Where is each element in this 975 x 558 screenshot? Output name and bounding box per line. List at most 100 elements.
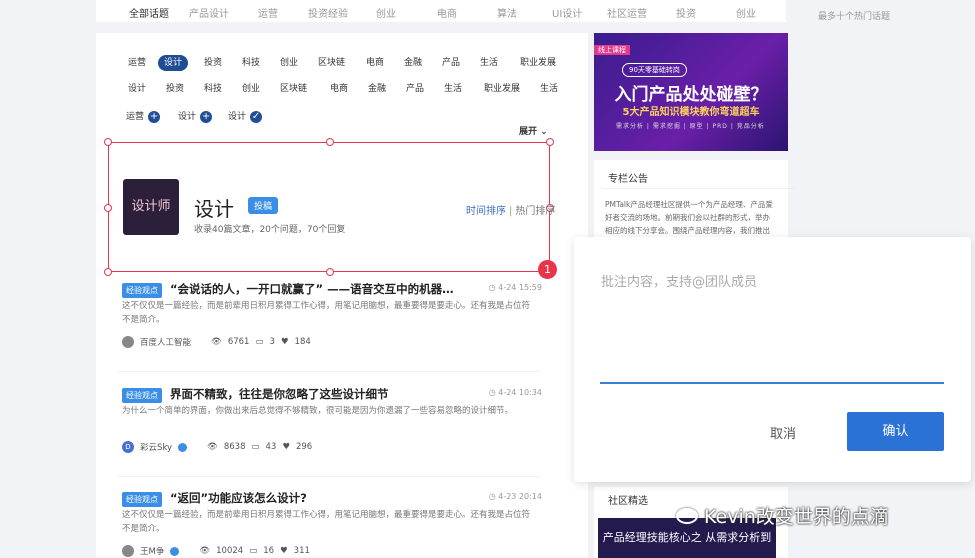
nav-item-all[interactable]: 全部话题 bbox=[129, 5, 169, 20]
tag-item[interactable]: 科技 bbox=[236, 55, 266, 71]
avatar[interactable] bbox=[122, 545, 134, 557]
topic-logo: 设计师 bbox=[123, 179, 179, 235]
chip-label: 设计 bbox=[178, 112, 197, 122]
tag-item[interactable]: 生活 bbox=[534, 81, 564, 97]
verified-icon bbox=[170, 546, 180, 556]
nav-item[interactable]: 创业 bbox=[736, 5, 756, 20]
comment-icon: ▭ bbox=[251, 442, 260, 452]
sort-options: 时间排序 | 热门排序 bbox=[466, 206, 556, 217]
notice-title: 专栏公告 bbox=[608, 174, 648, 185]
followed-tag-chip[interactable]: 运营 + bbox=[126, 109, 161, 125]
topic-nav: 全部话题 产品设计 运营 投资经验 创业 电商 算法 UI设计 社区运营 投资 … bbox=[96, 0, 786, 22]
banner-pill: 90天零基础转岗 bbox=[622, 63, 687, 77]
tag-item[interactable]: 创业 bbox=[236, 81, 266, 97]
tag-item[interactable]: 生活 bbox=[474, 55, 504, 71]
nav-item[interactable]: 电商 bbox=[437, 5, 457, 20]
resize-handle[interactable] bbox=[104, 204, 112, 212]
verified-icon bbox=[178, 442, 188, 452]
tag-item[interactable]: 科技 bbox=[198, 81, 228, 97]
tag-item-selected[interactable]: 设计 bbox=[158, 55, 189, 71]
eye-icon: 👁 bbox=[207, 442, 218, 452]
sort-time-link[interactable]: 时间排序 bbox=[466, 206, 506, 217]
article-category-badge: 经验观点 bbox=[122, 283, 162, 298]
add-icon[interactable]: + bbox=[200, 111, 213, 123]
submit-button[interactable]: 投稿 bbox=[248, 197, 279, 214]
article-title[interactable]: 界面不精致，往往是你忽略了这些设计细节 bbox=[170, 386, 460, 402]
nav-item[interactable]: 创业 bbox=[376, 5, 396, 20]
eye-icon: 👁 bbox=[199, 546, 211, 556]
tag-item[interactable]: 投资 bbox=[198, 55, 228, 71]
nav-item[interactable]: 社区运营 bbox=[607, 5, 647, 20]
confirm-button[interactable]: 确认 bbox=[847, 412, 944, 451]
nav-item[interactable]: 运营 bbox=[258, 5, 278, 20]
tag-item[interactable]: 投资 bbox=[160, 81, 190, 97]
nav-item[interactable]: UI设计 bbox=[552, 5, 582, 20]
tag-item[interactable]: 职业发展 bbox=[514, 55, 562, 71]
notice-card: 专栏公告 PMTalk产品经理社区提供一个为产品经理、产品爱好者交流的场地。前期… bbox=[594, 160, 796, 248]
like-count: 184 bbox=[294, 337, 311, 347]
tag-item[interactable]: 创业 bbox=[274, 55, 304, 71]
comment-count: 3 bbox=[269, 337, 275, 347]
eye-icon: 👁 bbox=[211, 337, 222, 347]
annotation-input[interactable]: 批注内容，支持@团队成员 bbox=[601, 271, 757, 290]
followed-tag-chip[interactable]: 设计 + bbox=[178, 109, 213, 125]
tag-item[interactable]: 设计 bbox=[122, 81, 152, 97]
tag-item[interactable]: 运营 bbox=[122, 55, 152, 71]
banner-subline: 5大产品知识模块教你弯道超车 bbox=[622, 107, 760, 118]
article-author[interactable]: 彩云Sky bbox=[140, 441, 172, 453]
article-title[interactable]: “会说话的人，一开口就赢了” ——语音交互中的机器… bbox=[170, 281, 460, 297]
divider bbox=[602, 188, 796, 189]
annotation-marker[interactable]: 1 bbox=[538, 260, 557, 279]
avatar[interactable] bbox=[122, 336, 134, 348]
cancel-button[interactable]: 取消 bbox=[770, 423, 796, 442]
nav-item[interactable]: 产品设计 bbox=[189, 5, 229, 20]
tag-item[interactable]: 金融 bbox=[362, 81, 392, 97]
check-icon[interactable]: ✓ bbox=[250, 111, 263, 123]
article-item[interactable]: 经验观点 “返回”功能应该怎么设计? ◷ 4-23 20:14 这不仅仅是一篇经… bbox=[122, 490, 542, 558]
article-title[interactable]: “返回”功能应该怎么设计? bbox=[170, 490, 460, 506]
resize-handle[interactable] bbox=[546, 138, 554, 146]
nav-item[interactable]: 投资经验 bbox=[308, 5, 348, 20]
tag-item[interactable]: 职业发展 bbox=[478, 81, 526, 97]
course-banner[interactable]: 线上课程 90天零基础转岗 入门产品处处碰壁？ 5大产品知识模块教你弯道超车 需… bbox=[594, 33, 788, 151]
topic-title: 设计 bbox=[194, 197, 234, 221]
tag-item[interactable]: 金融 bbox=[398, 55, 428, 71]
add-icon[interactable]: + bbox=[148, 111, 161, 123]
resize-handle[interactable] bbox=[104, 138, 112, 146]
heart-icon: ♥ bbox=[282, 442, 290, 452]
resize-handle[interactable] bbox=[326, 138, 334, 146]
article-category-badge: 经验观点 bbox=[122, 388, 162, 403]
chip-label: 设计 bbox=[228, 112, 247, 122]
tag-item[interactable]: 区块链 bbox=[274, 81, 313, 97]
article-meta: 王M争 👁 10024 ▭ 16 ♥ 311 bbox=[122, 545, 310, 557]
resize-handle[interactable] bbox=[326, 268, 334, 276]
tag-item[interactable]: 产品 bbox=[436, 55, 466, 71]
tag-row-2: 设计 投资 科技 创业 区块链 电商 金融 产品 生活 职业发展 生活 bbox=[122, 81, 562, 97]
divider bbox=[118, 476, 540, 477]
expand-button[interactable]: 展开 ⌄ bbox=[519, 124, 548, 137]
article-author[interactable]: 百度人工智能 bbox=[140, 336, 191, 348]
article-author[interactable]: 王M争 bbox=[140, 545, 164, 557]
article-category-badge: 经验观点 bbox=[122, 492, 162, 507]
tag-row-1: 运营 设计 投资 科技 创业 区块链 电商 金融 产品 生活 职业发展 bbox=[122, 55, 562, 71]
picks-title: 社区精选 bbox=[608, 496, 648, 507]
nav-item[interactable]: 算法 bbox=[497, 5, 517, 20]
article-time: ◷ 4-23 20:14 bbox=[488, 492, 542, 501]
like-count: 296 bbox=[295, 442, 313, 452]
article-item[interactable]: 经验观点 “会说话的人，一开口就赢了” ——语音交互中的机器… ◷ 4-24 1… bbox=[122, 281, 542, 353]
article-item[interactable]: 经验观点 界面不精致，往往是你忽略了这些设计细节 ◷ 4-24 10:34 为什… bbox=[122, 386, 542, 458]
nav-item[interactable]: 投资 bbox=[676, 5, 696, 20]
avatar[interactable]: D bbox=[122, 441, 134, 453]
tag-item[interactable]: 电商 bbox=[324, 81, 354, 97]
tag-item[interactable]: 电商 bbox=[360, 55, 390, 71]
hot-topics-caption: 最多十个热门话题 bbox=[818, 12, 891, 22]
tag-item[interactable]: 生活 bbox=[438, 81, 468, 97]
resize-handle[interactable] bbox=[104, 268, 112, 276]
followed-tag-chip[interactable]: 设计 ✓ bbox=[228, 109, 263, 125]
input-underline bbox=[600, 382, 944, 384]
tag-item[interactable]: 区块链 bbox=[312, 55, 351, 71]
topic-stats: 收录40篇文章，20个问题，70个回复 bbox=[194, 225, 346, 235]
banner-headline: 入门产品处处碰壁？ bbox=[614, 85, 768, 105]
sort-hot-link[interactable]: 热门排序 bbox=[515, 206, 555, 217]
tag-item[interactable]: 产品 bbox=[400, 81, 430, 97]
